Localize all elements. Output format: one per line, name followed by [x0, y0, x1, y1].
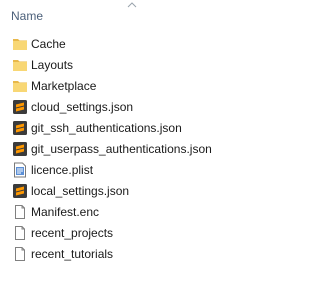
file-name: licence.plist: [31, 163, 94, 177]
list-item-recent-tutorials[interactable]: recent_tutorials: [0, 244, 246, 265]
list-item-licence-plist[interactable]: licence.plist: [0, 160, 246, 181]
chevron-up-icon: [127, 2, 137, 8]
sublime-file-icon: [13, 100, 27, 114]
list-item-git-ssh-authentications[interactable]: git_ssh_authentications.json: [0, 118, 246, 139]
file-list: Cache Layouts Marketplace cloud_settings…: [0, 34, 246, 265]
file-name: git_ssh_authentications.json: [31, 121, 182, 135]
list-item-git-userpass-authentications[interactable]: git_userpass_authentications.json: [0, 139, 246, 160]
column-header-name[interactable]: Name: [0, 0, 246, 30]
sublime-file-icon: [13, 142, 27, 156]
folder-icon: [13, 60, 27, 71]
blank-file-icon: [15, 247, 25, 261]
list-item-cache[interactable]: Cache: [0, 34, 246, 55]
file-name: recent_projects: [31, 226, 114, 240]
list-item-cloud-settings[interactable]: cloud_settings.json: [0, 97, 246, 118]
plist-file-icon: [14, 162, 26, 178]
folder-icon: [13, 81, 27, 92]
list-item-local-settings[interactable]: local_settings.json: [0, 181, 246, 202]
file-name: Marketplace: [31, 79, 97, 93]
file-name: Layouts: [31, 58, 74, 72]
sublime-file-icon: [13, 121, 27, 135]
list-item-marketplace[interactable]: Marketplace: [0, 76, 246, 97]
list-item-recent-projects[interactable]: recent_projects: [0, 223, 246, 244]
list-item-manifest-enc[interactable]: Manifest.enc: [0, 202, 246, 223]
file-name: cloud_settings.json: [31, 100, 134, 114]
file-name: local_settings.json: [31, 184, 130, 198]
blank-file-icon: [15, 205, 25, 219]
sublime-file-icon: [13, 184, 27, 198]
column-header-label: Name: [11, 9, 44, 23]
folder-icon: [13, 39, 27, 50]
list-item-layouts[interactable]: Layouts: [0, 55, 246, 76]
file-name: Cache: [31, 37, 66, 51]
file-name: Manifest.enc: [31, 205, 100, 219]
file-name: recent_tutorials: [31, 247, 114, 261]
blank-file-icon: [15, 226, 25, 240]
file-name: git_userpass_authentications.json: [31, 142, 212, 156]
